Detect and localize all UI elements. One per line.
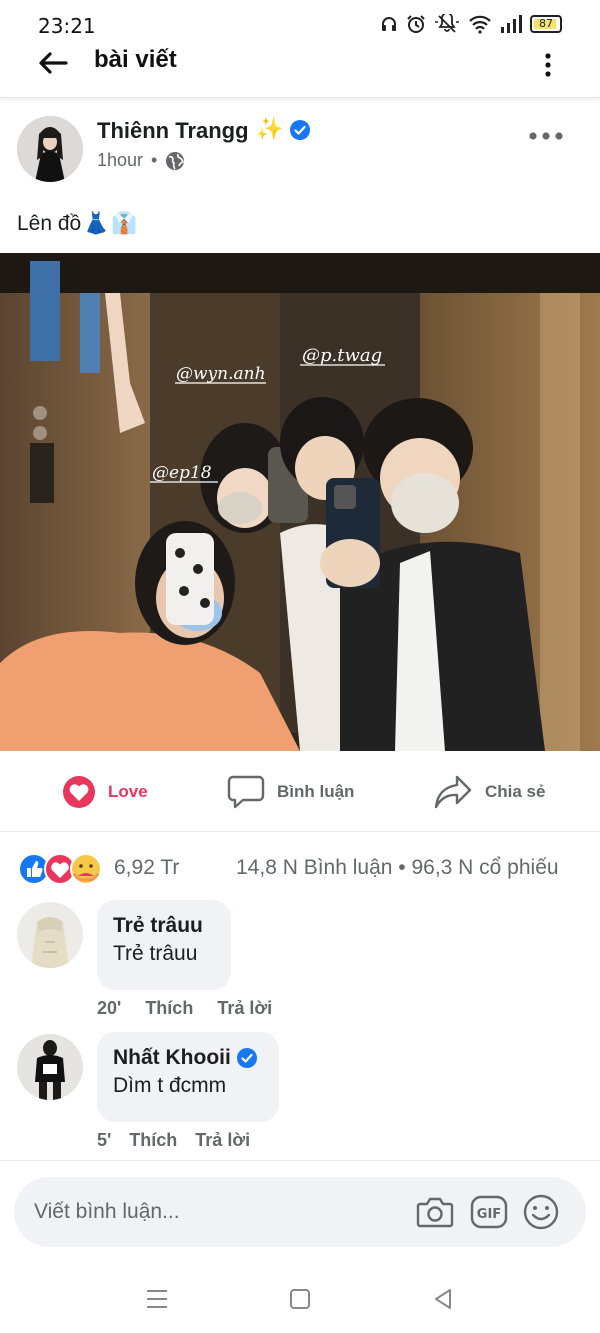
heart-icon	[63, 776, 95, 808]
post-text: Lên đồ 👗 👔	[17, 212, 138, 236]
shirt-emoji: 👔	[111, 212, 138, 235]
alarm-icon	[407, 15, 425, 33]
commenter-avatar[interactable]	[17, 902, 83, 968]
care-reaction-icon	[70, 853, 102, 885]
share-button[interactable]: Chia sẻ	[433, 772, 545, 812]
post-photo[interactable]: @p.twag @wyn.anh @ep18	[0, 253, 600, 751]
comment-input[interactable]	[34, 1195, 394, 1229]
page-title: bài viết	[94, 46, 177, 73]
status-time: 23:21	[38, 14, 96, 38]
comment-time[interactable]: 20'	[97, 998, 121, 1019]
camera-icon[interactable]	[416, 1194, 454, 1230]
post-time[interactable]: 1hour	[97, 150, 143, 171]
author-name[interactable]: Thiênn Trangg	[97, 118, 249, 144]
post-meta: 1hour •	[97, 150, 185, 171]
gif-icon[interactable]: GIF	[470, 1194, 508, 1230]
menu-icon[interactable]	[142, 1284, 172, 1314]
verified-badge-icon	[236, 1048, 257, 1068]
post-header: Thiênn Trangg ✨ 1hour •	[0, 108, 600, 198]
commenter-name[interactable]: Trẻ trâuu	[113, 914, 215, 938]
back-triangle-icon[interactable]	[428, 1284, 458, 1314]
reactions-count[interactable]: 6,92 Tr	[114, 856, 179, 880]
battery-level: 87	[539, 17, 553, 30]
comment-composer: GIF	[0, 1160, 600, 1260]
share-arrow-icon	[434, 775, 472, 809]
comment-bubble[interactable]: Nhất Khooii Dìm t đcmm	[97, 1032, 279, 1122]
status-icons: 87	[380, 14, 562, 34]
smiley-icon[interactable]	[522, 1194, 560, 1230]
reaction-icons[interactable]	[18, 852, 108, 886]
comment-label: Bình luận	[277, 782, 355, 801]
comment-text: Dìm t đcmm	[113, 1074, 227, 1097]
comment-actions: 5' Thích Trả lời	[97, 1130, 250, 1151]
svg-text:GIF: GIF	[477, 1207, 501, 1222]
verified-badge-icon	[290, 120, 310, 140]
share-label: Chia sẻ	[485, 782, 546, 801]
comment-time[interactable]: 5'	[97, 1130, 111, 1151]
signal-icon	[501, 15, 522, 33]
comments-shares-count[interactable]: 14,8 N Bình luận • 96,3 N cổ phiếu	[236, 856, 559, 880]
comment-bubble[interactable]: Trẻ trâuu Trẻ trâuu	[97, 900, 231, 990]
photo-tag-ep18[interactable]: @ep18	[152, 463, 212, 483]
like-comment-button[interactable]: Thích	[145, 998, 193, 1019]
comment-text: Trẻ trâuu	[113, 942, 198, 965]
commenter-name[interactable]: Nhất Khooii	[113, 1046, 263, 1070]
comment-actions: 20' Thích Trả lời	[97, 998, 272, 1019]
battery-icon: 87	[530, 15, 562, 33]
more-horizontal-icon[interactable]	[528, 130, 564, 142]
composer-box[interactable]: GIF	[14, 1177, 586, 1247]
more-vertical-icon[interactable]	[540, 52, 556, 78]
system-nav-bar	[0, 1270, 600, 1333]
commenter-avatar[interactable]	[17, 1034, 83, 1100]
action-bar: Love Bình luận Chia sẻ	[0, 752, 600, 832]
reply-comment-button[interactable]: Trả lời	[217, 998, 272, 1019]
sparkle-emoji: ✨	[256, 116, 284, 141]
meta-separator: •	[151, 150, 158, 170]
photo-tag-ptwag[interactable]: @p.twag	[302, 345, 382, 366]
back-arrow-icon[interactable]	[36, 48, 70, 78]
like-comment-button[interactable]: Thích	[129, 1130, 177, 1151]
dress-emoji: 👗	[83, 212, 110, 235]
mute-icon	[435, 14, 459, 33]
home-square-icon[interactable]	[285, 1284, 315, 1314]
headphones-icon	[382, 17, 396, 31]
love-label: Love	[108, 782, 148, 801]
love-button[interactable]: Love	[62, 772, 148, 812]
wifi-icon	[469, 15, 491, 34]
app-header: bài viết	[0, 40, 600, 98]
photo-tag-wynanh[interactable]: @wyn.anh	[176, 364, 266, 384]
speech-bubble-icon	[227, 775, 265, 809]
author-avatar[interactable]	[17, 116, 83, 182]
stats-bar: 6,92 Tr 14,8 N Bình luận • 96,3 N cổ phi…	[0, 848, 600, 890]
reply-comment-button[interactable]: Trả lời	[195, 1130, 250, 1151]
post-caption: Lên đồ	[17, 212, 82, 235]
globe-icon	[166, 151, 185, 170]
